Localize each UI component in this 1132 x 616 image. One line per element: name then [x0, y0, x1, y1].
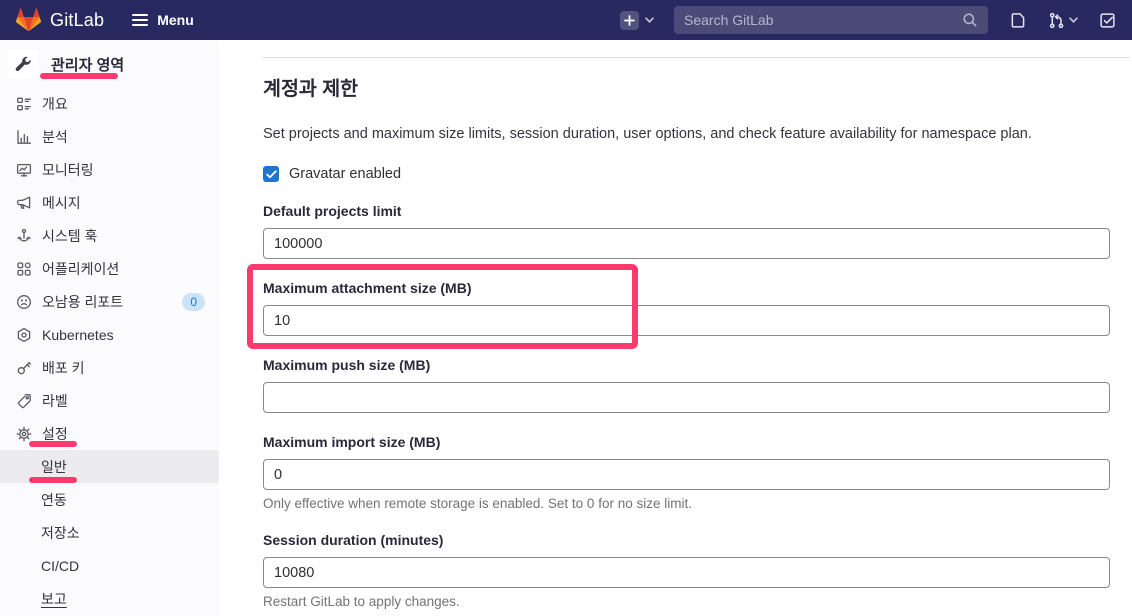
sidebar-item-label: 라벨: [42, 392, 68, 409]
sidebar-item-settings[interactable]: 설정: [0, 417, 219, 450]
sidebar-subitem-general[interactable]: 일반: [0, 450, 219, 483]
brand-name: GitLab: [50, 9, 105, 30]
sidebar-item-labels[interactable]: 라벨: [0, 384, 219, 417]
sidebar-subitem-label: 저장소: [41, 524, 80, 541]
sidebar-item-label: 메시지: [42, 194, 81, 211]
field-default-projects-limit: Default projects limit: [263, 203, 1110, 259]
sidebar-item-applications[interactable]: 어플리케이션: [0, 252, 219, 285]
navbar-right-group: [620, 6, 1116, 34]
issues-button[interactable]: [1010, 12, 1027, 29]
sidebar-item-monitoring[interactable]: 모니터링: [0, 153, 219, 186]
admin-wrench-icon-box: [8, 49, 38, 79]
navbar-icon-buttons: [1010, 12, 1116, 29]
top-navbar: GitLab Menu: [0, 0, 1132, 40]
sidebar-item-overview[interactable]: 개요: [0, 87, 219, 120]
wrench-icon: [15, 56, 31, 71]
abuse-report-icon: [16, 294, 32, 310]
gravatar-checkbox[interactable]: [263, 166, 279, 182]
merge-requests-dropdown[interactable]: [1048, 12, 1078, 29]
chevron-down-icon: [645, 17, 654, 23]
field-label: Session duration (minutes): [263, 532, 444, 548]
hook-icon: [16, 228, 32, 244]
page-title: 계정과 제한: [263, 78, 359, 100]
sidebar-admin-label: 관리자 영역: [51, 56, 125, 74]
messages-icon: [16, 195, 32, 211]
field-maximum-push-size: Maximum push size (MB): [263, 357, 1110, 413]
section-description: Set projects and maximum size limits, se…: [263, 126, 1032, 142]
sidebar-item-label: Kubernetes: [42, 326, 114, 343]
monitoring-icon: [16, 162, 32, 178]
field-session-duration: Session duration (minutes) Restart GitLa…: [263, 532, 1110, 609]
session-duration-input[interactable]: [263, 557, 1110, 588]
abuse-reports-count-badge: 0: [182, 292, 205, 311]
sidebar-item-label: 분석: [42, 128, 68, 145]
issues-icon: [1010, 12, 1027, 29]
sidebar-subitem-label: 연동: [41, 491, 67, 508]
analytics-icon: [16, 129, 32, 145]
chevron-down-icon: [1069, 17, 1078, 23]
sidebar-item-system-hooks[interactable]: 시스템 훅: [0, 219, 219, 252]
sidebar-subitem-label: CI/CD: [41, 557, 80, 574]
menu-button[interactable]: Menu: [132, 12, 194, 28]
field-help-text: Only effective when remote storage is en…: [263, 496, 692, 511]
sidebar-subitem-label: 보고: [41, 590, 67, 607]
admin-sidebar: 관리자 영역 개요 분석 모니터링 메시지 시스템 훅 어플리케이션 오남용 리…: [0, 40, 219, 616]
sidebar-item-admin-area[interactable]: 관리자 영역: [0, 44, 219, 84]
tanuki-icon: [16, 8, 41, 32]
field-label: Maximum import size (MB): [263, 434, 441, 450]
sidebar-subitem-cicd[interactable]: CI/CD: [0, 549, 219, 582]
search-icon: [962, 12, 978, 28]
gravatar-enabled-row[interactable]: Gravatar enabled: [263, 166, 1110, 182]
sidebar-item-messages[interactable]: 메시지: [0, 186, 219, 219]
merge-request-icon: [1048, 12, 1065, 29]
new-item-dropdown[interactable]: [620, 10, 654, 30]
search-input[interactable]: [684, 12, 962, 28]
sidebar-item-label: 어플리케이션: [42, 260, 120, 277]
key-icon: [16, 360, 32, 376]
settings-content: 계정과 제한 Set projects and maximum size lim…: [219, 40, 1132, 616]
maximum-attachment-size-input[interactable]: [263, 305, 1110, 336]
maximum-push-size-input[interactable]: [263, 382, 1110, 413]
label-icon: [16, 393, 32, 409]
sidebar-item-label: 오남용 리포트: [42, 293, 124, 310]
field-maximum-import-size: Maximum import size (MB) Only effective …: [263, 434, 1110, 511]
maximum-import-size-input[interactable]: [263, 459, 1110, 490]
gravatar-label: Gravatar enabled: [289, 166, 402, 182]
sidebar-item-abuse-reports[interactable]: 오남용 리포트 0: [0, 285, 219, 318]
menu-label: Menu: [157, 12, 194, 28]
sidebar-item-label: 설정: [42, 425, 68, 442]
section-divider: [263, 57, 1130, 58]
sidebar-item-label: 배포 키: [42, 359, 85, 376]
sidebar-item-analytics[interactable]: 분석: [0, 120, 219, 153]
sidebar-item-label: 모니터링: [42, 161, 94, 178]
sidebar-item-kubernetes[interactable]: Kubernetes: [0, 318, 219, 351]
sidebar-subitem-label: 일반: [41, 458, 67, 475]
kubernetes-icon: [16, 327, 32, 343]
hamburger-icon: [132, 13, 149, 27]
field-label: Maximum attachment size (MB): [263, 280, 472, 296]
applications-icon: [16, 261, 32, 277]
plus-icon: [620, 10, 639, 30]
field-help-text: Restart GitLab to apply changes.: [263, 594, 460, 609]
sidebar-subitem-integrations[interactable]: 연동: [0, 483, 219, 516]
sidebar-item-label: 시스템 훅: [42, 227, 98, 244]
todo-icon: [1099, 12, 1116, 29]
sidebar-subitem-reporting[interactable]: 보고: [0, 582, 219, 615]
sidebar-item-deploy-keys[interactable]: 배포 키: [0, 351, 219, 384]
field-label: Maximum push size (MB): [263, 357, 431, 373]
sidebar-subitem-repository[interactable]: 저장소: [0, 516, 219, 549]
sidebar-item-label: 개요: [42, 95, 68, 112]
default-projects-limit-input[interactable]: [263, 228, 1110, 259]
gitlab-logo[interactable]: GitLab: [16, 8, 104, 32]
field-maximum-attachment-size: Maximum attachment size (MB): [263, 280, 1110, 336]
overview-icon: [16, 96, 32, 112]
global-search[interactable]: [674, 6, 988, 34]
field-label: Default projects limit: [263, 203, 402, 219]
check-icon: [265, 169, 277, 178]
gear-icon: [16, 426, 32, 442]
todos-button[interactable]: [1099, 12, 1116, 29]
